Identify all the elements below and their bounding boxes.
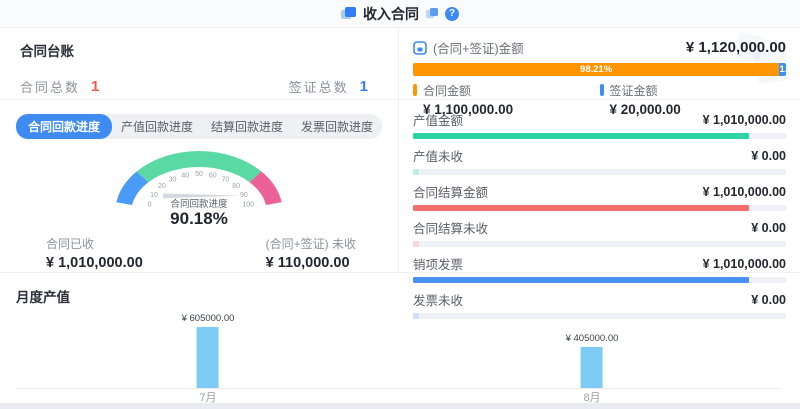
metric-row: 合同结算金额 ¥ 1,010,000.00 — [413, 182, 786, 211]
visa-count-stat: 签证总数 1 — [289, 77, 368, 96]
gauge-tick-label: 40 — [181, 172, 189, 179]
contract-amount-legend: 合同金额 ¥ 1,100,000.00 — [413, 82, 600, 117]
visa-amount-legend: 签证金额 ¥ 20,000.00 — [600, 82, 787, 117]
unreceived-value: ¥ 110,000.00 — [266, 255, 356, 271]
segment-pct-label: 1.79% — [779, 63, 786, 76]
bar-value-label: ¥ 605000.00 — [182, 313, 235, 324]
metric-progress-fill — [413, 169, 419, 175]
tab-0[interactable]: 合同回款进度 — [16, 114, 112, 139]
gauge-tick-label: 30 — [169, 177, 177, 184]
contract-amount-value: ¥ 1,100,000.00 — [423, 102, 513, 117]
x-axis-label: 7月 — [199, 389, 216, 403]
contract-count-label: 合同总数 — [20, 77, 80, 96]
contract-amount-label: 合同金额 — [423, 82, 513, 99]
gauge-value: 90.18% — [0, 209, 398, 229]
metric-value: ¥ 0.00 — [751, 149, 786, 163]
monthly-output-section: 月度产值 ¥ 605000.00 7月 ¥ 405000.00 8月 — [0, 272, 800, 403]
contract-ledger-section: 合同台账 合同总数 1 签证总数 1 — [0, 28, 398, 100]
progress-tab-group: 合同回款进度产值回款进度结算回款进度发票回款进度 — [16, 114, 382, 139]
summary-header: (合同+签证)金额 ¥ 1,120,000.00 — [413, 38, 786, 57]
tab-1[interactable]: 产值回款进度 — [112, 114, 202, 139]
visa-amount-label: 签证金额 — [610, 82, 681, 99]
metric-label: 合同结算未收 — [413, 218, 488, 237]
contract-count-stat: 合同总数 1 — [20, 77, 99, 96]
metric-progress-track — [413, 241, 786, 247]
progress-tabs: 合同回款进度产值回款进度结算回款进度发票回款进度 — [0, 114, 398, 139]
amount-summary-section: (合同+签证)金额 ¥ 1,120,000.00 98.21%1.79% 合同金… — [399, 28, 800, 100]
contract-amount-marker — [413, 84, 417, 96]
contract-count-value: 1 — [91, 78, 99, 95]
contract-received-label: 合同已收 — [46, 235, 143, 252]
tab-2[interactable]: 结算回款进度 — [202, 114, 292, 139]
contract-received-stat: 合同已收 ¥ 1,010,000.00 — [46, 235, 143, 271]
left-column: 合同台账 合同总数 1 签证总数 1 合同回款进度产值回款进度结算回款进度发票回… — [0, 28, 399, 272]
metric-progress-fill — [413, 133, 749, 139]
metric-label: 销项发票 — [413, 254, 463, 273]
gauge-tick-label: 70 — [222, 177, 230, 184]
stacked-bar-segment-1: 1.79% — [779, 63, 786, 76]
monthly-title: 月度产值 — [16, 286, 784, 306]
metric-row: 产值未收 ¥ 0.00 — [413, 146, 786, 175]
metric-progress-track — [413, 205, 786, 211]
metric-row: 合同结算未收 ¥ 0.00 — [413, 218, 786, 247]
visa-count-label: 签证总数 — [289, 77, 349, 96]
stacked-bar-segment-0: 98.21% — [413, 63, 779, 76]
help-icon[interactable]: ? — [445, 7, 459, 21]
ledger-title: 合同台账 — [20, 40, 368, 60]
segment-pct-label: 98.21% — [413, 63, 779, 76]
metric-progress-track — [413, 169, 786, 175]
visa-amount-value: ¥ 20,000.00 — [610, 102, 681, 117]
metric-value: ¥ 1,010,000.00 — [703, 257, 786, 271]
visa-count-value: 1 — [360, 78, 368, 95]
metric-label: 产值未收 — [413, 146, 463, 165]
gauge-tick-label: 100 — [242, 202, 254, 209]
metric-progress-fill — [413, 241, 419, 247]
bar-group-8月: ¥ 405000.00 — [566, 333, 619, 388]
gauge-tick-label: 0 — [148, 202, 152, 209]
x-axis-line — [16, 388, 780, 389]
monthly-bar-chart: ¥ 605000.00 7月 ¥ 405000.00 8月 — [16, 306, 784, 403]
contract-docs-icon — [341, 7, 356, 20]
gauge-tick-label: 20 — [158, 183, 166, 190]
visa-amount-marker — [600, 84, 604, 96]
summary-total: ¥ 1,120,000.00 — [686, 39, 786, 56]
received-stats: 合同已收 ¥ 1,010,000.00 (合同+签证) 未收 ¥ 110,000… — [0, 229, 398, 271]
gauge-needle — [163, 194, 241, 199]
amount-icon — [413, 41, 427, 55]
unreceived-label: (合同+签证) 未收 — [266, 235, 356, 252]
gauge-tick-label: 90 — [240, 192, 248, 199]
amount-stacked-bar: 98.21%1.79% — [413, 63, 786, 76]
gauge-tick-label: 10 — [150, 192, 158, 199]
income-contract-dashboard: 收入合同 ? 合同台账 合同总数 1 签证总数 1 — [0, 0, 800, 403]
bar — [581, 347, 603, 388]
bar-value-label: ¥ 405000.00 — [566, 333, 619, 344]
contract-received-value: ¥ 1,010,000.00 — [46, 255, 143, 271]
page-header: 收入合同 ? — [0, 0, 800, 28]
tab-3[interactable]: 发票回款进度 — [292, 114, 382, 139]
page-title: 收入合同 — [363, 4, 419, 24]
collection-progress-section: 合同回款进度产值回款进度结算回款进度发票回款进度 0 102030 40 50 60 70… — [0, 100, 398, 271]
bar-group-7月: ¥ 605000.00 — [182, 313, 235, 388]
metric-value: ¥ 0.00 — [751, 221, 786, 235]
unreceived-stat: (合同+签证) 未收 ¥ 110,000.00 — [266, 235, 356, 271]
gauge-tick-label: 60 — [209, 172, 217, 179]
main-content: 合同台账 合同总数 1 签证总数 1 合同回款进度产值回款进度结算回款进度发票回… — [0, 28, 800, 272]
x-axis-label: 8月 — [583, 389, 600, 403]
metric-label: 合同结算金额 — [413, 182, 488, 201]
bar — [197, 327, 219, 388]
metric-progress-track — [413, 133, 786, 139]
amount-legend: 合同金额 ¥ 1,100,000.00 签证金额 ¥ 20,000.00 — [413, 82, 786, 117]
gauge-tick-label: 50 — [195, 171, 203, 178]
copy-icon[interactable] — [426, 8, 438, 19]
metric-value: ¥ 1,010,000.00 — [703, 185, 786, 199]
gauge-tick-label: 80 — [232, 183, 240, 190]
ledger-stats: 合同总数 1 签证总数 1 — [20, 77, 368, 96]
metric-progress-fill — [413, 205, 749, 211]
right-column: (合同+签证)金额 ¥ 1,120,000.00 98.21%1.79% 合同金… — [399, 28, 800, 272]
summary-label: (合同+签证)金额 — [433, 38, 524, 57]
